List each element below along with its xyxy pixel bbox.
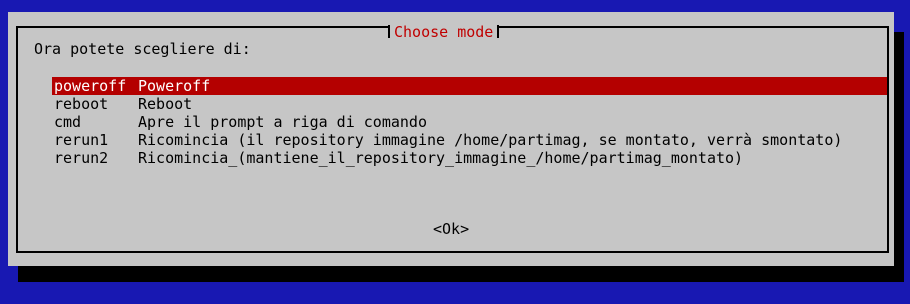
menu-item-description: Apre il prompt a riga di comando xyxy=(138,113,427,131)
dialog-title: Choose mode xyxy=(388,22,500,42)
mode-menu: poweroff Poweroff reboot Reboot cmd Apre… xyxy=(52,77,887,167)
menu-item-cmd[interactable]: cmd Apre il prompt a riga di comando xyxy=(52,113,887,131)
menu-item-description: Ricomincia_(mantiene_il_repository_immag… xyxy=(138,149,744,167)
menu-item-tag: rerun1 xyxy=(54,131,109,149)
menu-item-tag: cmd xyxy=(54,113,82,131)
menu-item-rerun1[interactable]: rerun1 Ricomincia (il repository immagin… xyxy=(52,131,887,149)
menu-item-poweroff[interactable]: poweroff Poweroff xyxy=(52,77,887,95)
menu-item-description: Poweroff xyxy=(138,77,211,95)
menu-item-tag: reboot xyxy=(54,95,109,113)
menu-item-tag: poweroff xyxy=(54,77,127,95)
menu-item-description: Ricomincia (il repository immagine /home… xyxy=(138,131,843,149)
terminal-screen: Choose mode Ora potete scegliere di: pow… xyxy=(0,0,910,304)
menu-item-rerun2[interactable]: rerun2 Ricomincia_(mantiene_il_repositor… xyxy=(52,149,887,167)
menu-item-reboot[interactable]: reboot Reboot xyxy=(52,95,887,113)
choose-mode-dialog: Choose mode Ora potete scegliere di: pow… xyxy=(8,12,894,266)
ok-button[interactable]: <Ok> xyxy=(433,220,469,238)
menu-item-tag: rerun2 xyxy=(54,149,109,167)
menu-item-description: Reboot xyxy=(138,95,193,113)
dialog-prompt: Ora potete scegliere di: xyxy=(34,40,251,58)
